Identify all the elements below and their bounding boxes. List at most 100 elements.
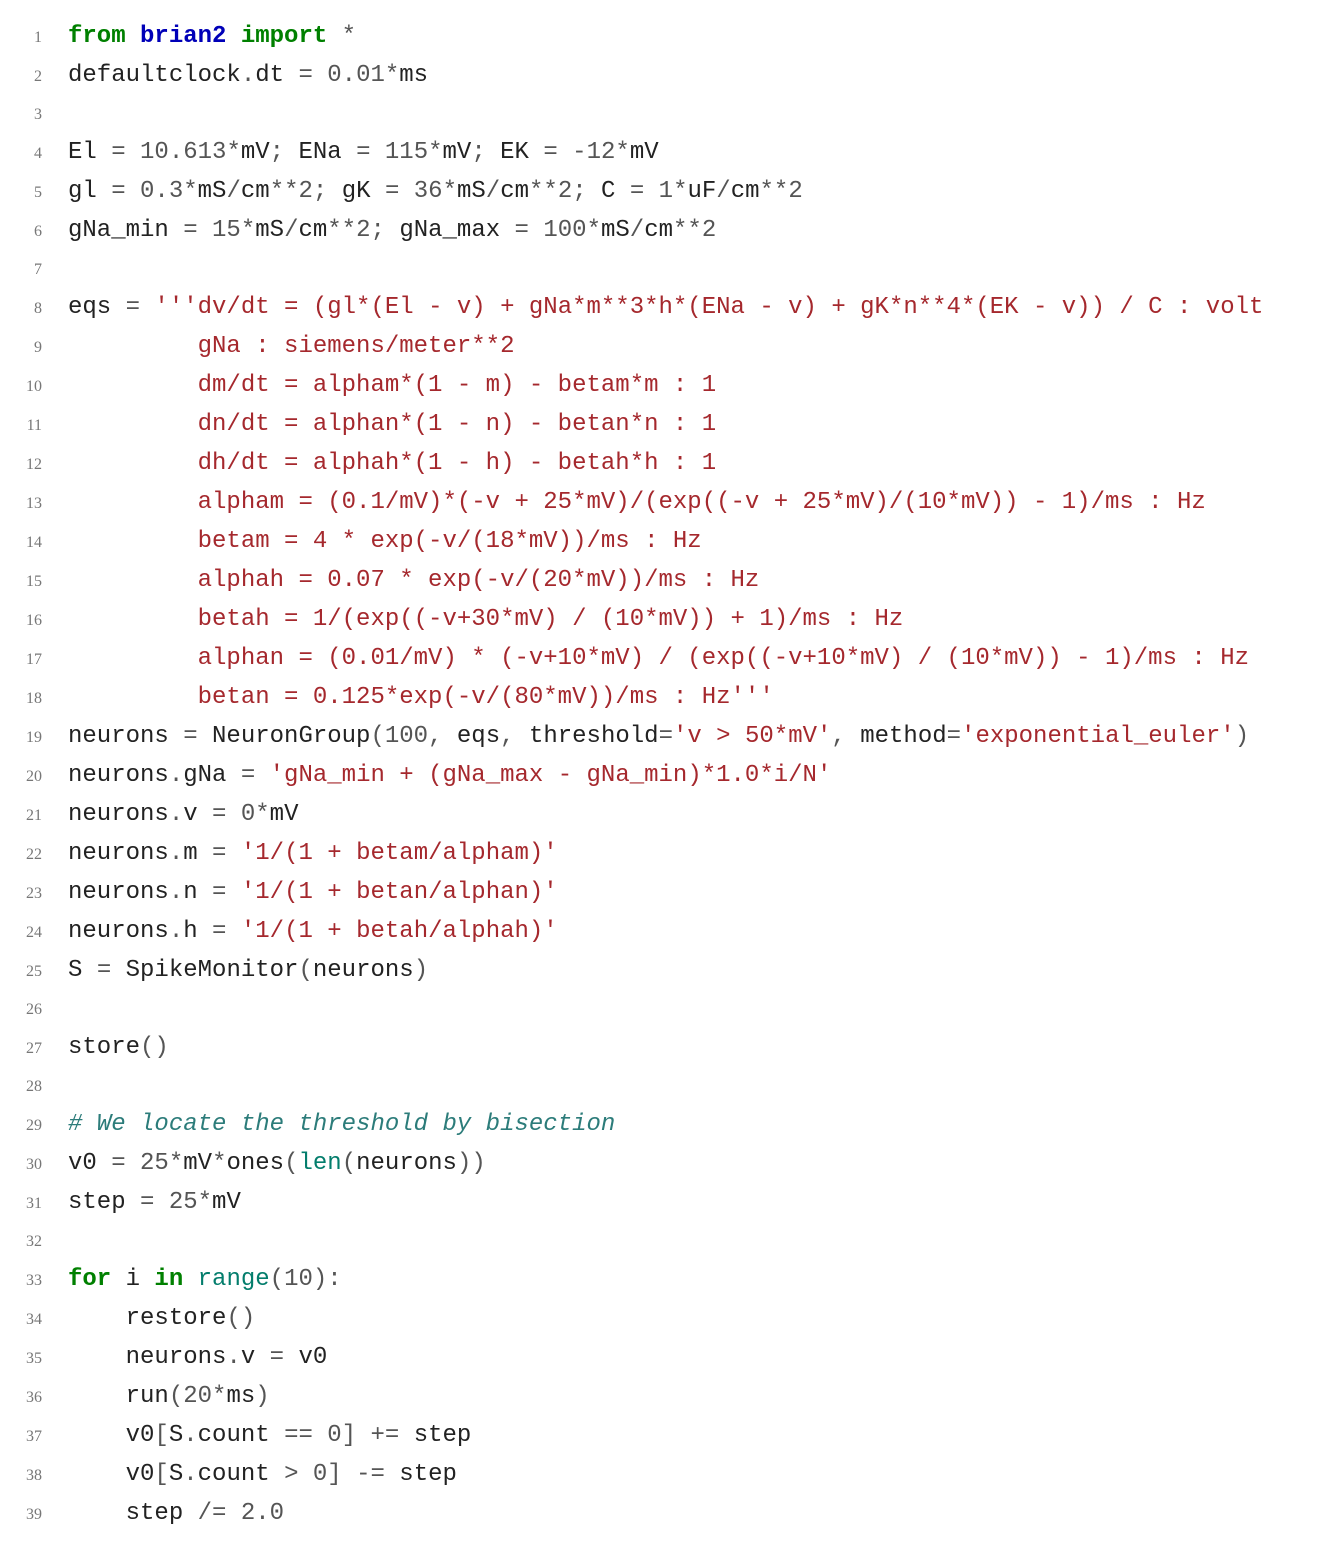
line-number: 19 — [0, 719, 42, 757]
token: 2 — [788, 178, 802, 205]
code-line: 21neurons.v = 0*mV — [0, 796, 1306, 835]
token: neurons — [68, 918, 169, 945]
code-line: 24neurons.h = '1/(1 + betah/alphah)' — [0, 913, 1306, 952]
token: restore — [68, 1305, 226, 1332]
line-number: 16 — [0, 602, 42, 640]
token: dt — [255, 62, 298, 89]
token: El — [68, 139, 111, 166]
token: gNa : siemens/meter**2 — [68, 333, 514, 360]
token: 2 — [702, 217, 716, 244]
token: / — [716, 178, 730, 205]
token: , — [428, 723, 457, 750]
token: = — [140, 1189, 169, 1216]
token: mS — [601, 217, 630, 244]
token: neurons — [68, 1344, 226, 1371]
token: cm — [241, 178, 270, 205]
code-content: neurons.v = 0*mV — [68, 796, 1306, 834]
code-line: 28 — [0, 1068, 1306, 1106]
token: = — [111, 178, 140, 205]
token: ** — [673, 217, 702, 244]
token: 100 — [543, 217, 586, 244]
token: . — [241, 62, 255, 89]
code-line: 1from brian2 import * — [0, 18, 1306, 57]
code-content: neurons.gNa = 'gNa_min + (gNa_max - gNa_… — [68, 757, 1306, 795]
line-number: 5 — [0, 174, 42, 212]
token: ] -= — [327, 1461, 399, 1488]
token: neurons — [313, 957, 414, 984]
token: 25 — [169, 1189, 198, 1216]
code-content: betam = 4 * exp(-v/(18*mV))/ms : Hz — [68, 523, 1306, 561]
code-line: 30v0 = 25*mV*ones(len(neurons)) — [0, 1145, 1306, 1184]
token: gNa_max — [399, 217, 514, 244]
line-number: 9 — [0, 329, 42, 367]
token: from — [68, 23, 140, 50]
token: gK — [342, 178, 385, 205]
token: S — [68, 957, 97, 984]
token: = — [97, 957, 126, 984]
line-number: 11 — [0, 407, 42, 445]
token: defaultclock — [68, 62, 241, 89]
token: ; — [313, 178, 342, 205]
code-line: 13 alpham = (0.1/mV)*(-v + 25*mV)/(exp((… — [0, 484, 1306, 523]
token: '1/(1 + betam/alpham)' — [241, 840, 558, 867]
token: neurons — [68, 801, 169, 828]
token: brian2 — [140, 23, 226, 50]
code-content: betah = 1/(exp((-v+30*mV) / (10*mV)) + 1… — [68, 601, 1306, 639]
token: neurons — [68, 879, 169, 906]
line-number: 34 — [0, 1301, 42, 1339]
token: 100 — [385, 723, 428, 750]
token: mV — [212, 1189, 241, 1216]
token: mS — [198, 178, 227, 205]
token: neurons — [68, 840, 169, 867]
token: ; — [572, 178, 601, 205]
code-line: 4El = 10.613*mV; ENa = 115*mV; EK = -12*… — [0, 134, 1306, 173]
token: ) — [414, 957, 428, 984]
token: cm — [500, 178, 529, 205]
token: 15 — [212, 217, 241, 244]
line-number: 26 — [0, 991, 42, 1029]
token: range — [198, 1266, 270, 1293]
token: . — [183, 1422, 197, 1449]
token: * — [327, 23, 356, 50]
code-content: neurons.m = '1/(1 + betam/alpham)' — [68, 835, 1306, 873]
code-line: 2defaultclock.dt = 0.01*ms — [0, 57, 1306, 96]
token: ( — [342, 1150, 356, 1177]
line-number: 38 — [0, 1457, 42, 1495]
token: * — [385, 62, 399, 89]
code-content: eqs = '''dv/dt = (gl*(El - v) + gNa*m**3… — [68, 289, 1306, 327]
token: '''dv/dt = (gl*(El - v) + gNa*m**3*h*(EN… — [154, 294, 1263, 321]
token: 10.613 — [140, 139, 226, 166]
code-content: v0[S.count > 0] -= step — [68, 1456, 1306, 1494]
token: betam = 4 * exp(-v/(18*mV))/ms : Hz — [68, 528, 702, 555]
token: = - — [543, 139, 586, 166]
token: ; — [371, 217, 400, 244]
token: * — [183, 178, 197, 205]
token: store — [68, 1034, 140, 1061]
line-number: 37 — [0, 1418, 42, 1456]
code-listing: 1from brian2 import *2defaultclock.dt = … — [0, 0, 1326, 1562]
token: neurons — [68, 762, 169, 789]
token: = — [515, 217, 544, 244]
token: 2 — [299, 178, 313, 205]
code-content: gl = 0.3*mS/cm**2; gK = 36*mS/cm**2; C =… — [68, 173, 1306, 211]
line-number: 28 — [0, 1068, 42, 1106]
token: = — [212, 879, 241, 906]
code-content: for i in range(10): — [68, 1261, 1306, 1299]
token: v0 — [68, 1422, 154, 1449]
code-line: 37 v0[S.count == 0] += step — [0, 1417, 1306, 1456]
line-number: 7 — [0, 251, 42, 289]
token: 'gNa_min + (gNa_max - gNa_min)*1.0*i/N' — [270, 762, 832, 789]
token: = — [298, 62, 327, 89]
token: dm/dt = alpham*(1 - m) - betam*m : 1 — [68, 372, 716, 399]
token: / — [486, 178, 500, 205]
token: step — [414, 1422, 472, 1449]
token: * — [169, 1150, 183, 1177]
token: = — [126, 294, 155, 321]
token: EK — [500, 139, 543, 166]
token: = — [212, 840, 241, 867]
token: () — [226, 1305, 255, 1332]
token: 0 — [241, 801, 255, 828]
token: 36 — [414, 178, 443, 205]
token: '1/(1 + betan/alphan)' — [241, 879, 558, 906]
token: mV — [183, 1150, 212, 1177]
